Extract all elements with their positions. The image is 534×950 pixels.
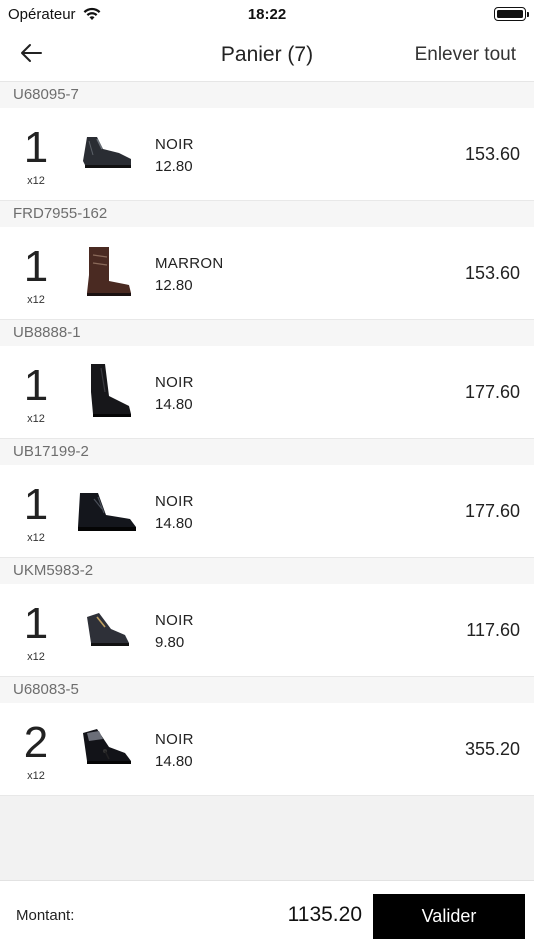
quantity: 1 xyxy=(23,361,49,410)
cart-item[interactable]: 1 x12 NOIR 14.80 177.60 xyxy=(0,346,534,439)
quantity: 2 xyxy=(23,718,49,767)
pack-multiplier: x12 xyxy=(27,294,45,306)
color-label: NOIR xyxy=(155,612,194,629)
clear-all-button[interactable]: Enlever tout xyxy=(415,28,516,82)
amount-total: 1135.20 xyxy=(287,903,362,926)
line-total: 355.20 xyxy=(464,739,520,759)
product-reference: FRD7955-162 xyxy=(0,201,534,227)
quantity: 1 xyxy=(23,242,49,291)
color-label: MARRON xyxy=(155,255,224,272)
line-total: 153.60 xyxy=(464,263,520,283)
color-label: NOIR xyxy=(155,136,194,153)
color-label: NOIR xyxy=(155,374,194,391)
pack-multiplier: x12 xyxy=(27,175,45,187)
cart-item[interactable]: 2 x12 NOIR 14.80 355.20 xyxy=(0,703,534,796)
line-total: 117.60 xyxy=(466,620,520,640)
quantity: 1 xyxy=(23,599,49,648)
pack-multiplier: x12 xyxy=(27,770,45,782)
color-label: NOIR xyxy=(155,731,194,748)
lace-boot-icon xyxy=(74,479,140,541)
battery-icon xyxy=(494,7,529,21)
tassel-loafer-icon xyxy=(74,717,140,779)
chelsea-boot-icon xyxy=(74,360,140,422)
brown-boot-icon xyxy=(74,241,140,303)
pack-multiplier: x12 xyxy=(27,651,45,663)
product-reference: UB17199-2 xyxy=(0,439,534,465)
color-label: NOIR xyxy=(155,493,194,510)
product-reference: UKM5983-2 xyxy=(0,558,534,584)
oxford-shoe-icon xyxy=(74,122,140,184)
quantity: 1 xyxy=(23,480,49,529)
quantity: 1 xyxy=(23,123,49,172)
carrier-label: Opérateur xyxy=(8,5,76,23)
cart-item[interactable]: 1 x12 NOIR 14.80 177.60 xyxy=(0,465,534,558)
status-left: Opérateur xyxy=(8,6,102,23)
line-total: 177.60 xyxy=(464,501,520,521)
line-total: 177.60 xyxy=(464,382,520,402)
line-total: 153.60 xyxy=(464,144,520,164)
product-reference: U68083-5 xyxy=(0,677,534,703)
nav-bar: Panier (7) Enlever tout xyxy=(0,28,534,82)
checkout-bar: Montant: 1135.20 Valider xyxy=(0,880,534,950)
unit-price: 12.80 xyxy=(155,158,193,175)
wifi-icon xyxy=(82,7,102,21)
cart-item[interactable]: 1 x12 MARRON 12.80 153.60 xyxy=(0,227,534,320)
unit-price: 14.80 xyxy=(155,515,193,532)
unit-price: 12.80 xyxy=(155,277,193,294)
pack-multiplier: x12 xyxy=(27,532,45,544)
arrow-left-icon xyxy=(19,43,43,68)
cart-item[interactable]: 1 x12 NOIR 9.80 117.60 xyxy=(0,584,534,677)
product-reference: UB8888-1 xyxy=(0,320,534,346)
amount-label: Montant: xyxy=(16,907,75,924)
validate-button[interactable]: Valider xyxy=(373,894,525,939)
cart-item[interactable]: 1 x12 NOIR 12.80 153.60 xyxy=(0,108,534,201)
product-reference: U68095-7 xyxy=(0,82,534,108)
pack-multiplier: x12 xyxy=(27,413,45,425)
unit-price: 14.80 xyxy=(155,396,193,413)
unit-price: 14.80 xyxy=(155,753,193,770)
back-button[interactable] xyxy=(14,39,48,71)
unit-price: 9.80 xyxy=(155,634,185,651)
status-bar: Opérateur 18:22 xyxy=(0,0,534,28)
cart-list: U68095-7 1 x12 NOIR 12.80 153.60 FRD7955… xyxy=(0,82,534,796)
loafer-icon xyxy=(74,598,140,660)
